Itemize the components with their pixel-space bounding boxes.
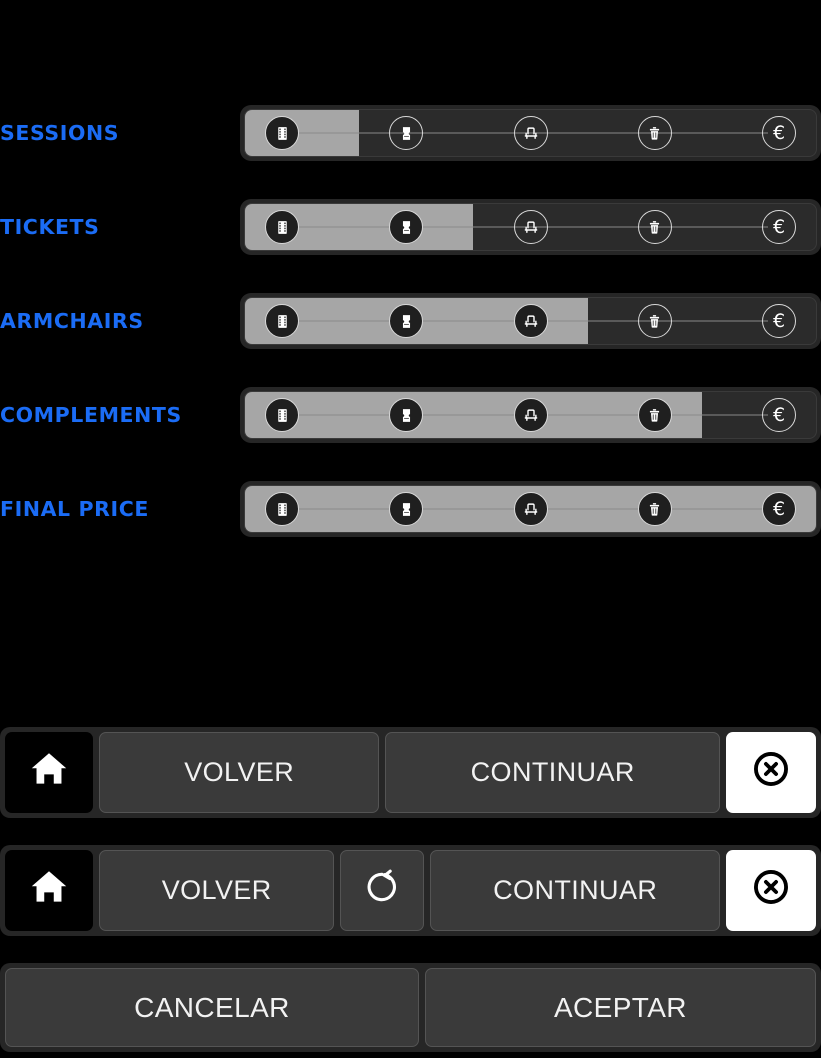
refresh-icon (362, 867, 402, 914)
step-tickets-trash[interactable] (637, 210, 672, 244)
step-tickets-armchair[interactable] (513, 210, 548, 244)
progress-row-tickets: TICKETS € (0, 180, 821, 274)
step-complements-ticket[interactable] (389, 398, 424, 432)
home-icon (27, 747, 71, 798)
step-tickets-ticket[interactable] (389, 210, 424, 244)
step-complements-armchair[interactable] (513, 398, 548, 432)
close-circle-icon (750, 748, 792, 797)
step-complements-film[interactable] (265, 398, 299, 432)
continue-button[interactable]: CONTINUAR (385, 732, 720, 813)
step-tickets-film[interactable] (265, 210, 299, 244)
step-final-price-euro[interactable]: € (762, 492, 796, 526)
progress-track-complements[interactable]: € (240, 387, 821, 443)
back-button[interactable]: VOLVER (99, 850, 335, 931)
close-button[interactable] (726, 732, 816, 813)
step-sessions-euro[interactable]: € (762, 116, 796, 150)
primary-button-bar: VOLVER CONTINUAR (0, 727, 821, 818)
row-label-final-price: FINAL PRICE (0, 496, 149, 521)
row-label-armchairs: ARMCHAIRS (0, 308, 144, 333)
cancel-button[interactable]: CANCELAR (5, 968, 419, 1047)
secondary-button-bar: VOLVER CONTINUAR (0, 845, 821, 936)
progress-track-sessions[interactable]: € (240, 105, 821, 161)
home-button[interactable] (5, 732, 93, 813)
progress-row-sessions: SESSIONS € (0, 86, 821, 180)
home-icon (27, 865, 71, 916)
step-final-price-trash[interactable] (637, 492, 672, 526)
progress-row-final-price: FINAL PRICE € (0, 462, 821, 556)
step-armchairs-ticket[interactable] (389, 304, 424, 338)
step-sessions-ticket[interactable] (389, 116, 424, 150)
back-button[interactable]: VOLVER (99, 732, 380, 813)
step-complements-trash[interactable] (637, 398, 672, 432)
accept-button[interactable]: ACEPTAR (424, 968, 817, 1047)
step-sessions-film[interactable] (265, 116, 299, 150)
step-final-price-film[interactable] (265, 492, 299, 526)
confirm-button-bar: CANCELAR ACEPTAR (0, 963, 821, 1052)
step-final-price-ticket[interactable] (389, 492, 424, 526)
reset-button[interactable] (340, 850, 425, 931)
progress-row-complements: COMPLEMENTS € (0, 368, 821, 462)
row-label-complements: COMPLEMENTS (0, 402, 182, 427)
step-sessions-armchair[interactable] (513, 116, 548, 150)
continue-button[interactable]: CONTINUAR (430, 850, 720, 931)
progress-track-armchairs[interactable]: € (240, 293, 821, 349)
step-armchairs-euro[interactable]: € (762, 304, 796, 338)
step-armchairs-trash[interactable] (637, 304, 672, 338)
row-label-tickets: TICKETS (0, 214, 100, 239)
progress-row-armchairs: ARMCHAIRS € (0, 274, 821, 368)
progress-track-tickets[interactable]: € (240, 199, 821, 255)
step-sessions-trash[interactable] (637, 116, 672, 150)
step-armchairs-armchair[interactable] (513, 304, 548, 338)
step-tickets-euro[interactable]: € (762, 210, 796, 244)
step-complements-euro[interactable]: € (762, 398, 796, 432)
home-button[interactable] (5, 850, 93, 931)
close-button[interactable] (726, 850, 816, 931)
progress-track-final-price[interactable]: € (240, 481, 821, 537)
step-final-price-armchair[interactable] (513, 492, 548, 526)
step-armchairs-film[interactable] (265, 304, 299, 338)
close-circle-icon (750, 866, 792, 915)
row-label-sessions: SESSIONS (0, 120, 120, 145)
